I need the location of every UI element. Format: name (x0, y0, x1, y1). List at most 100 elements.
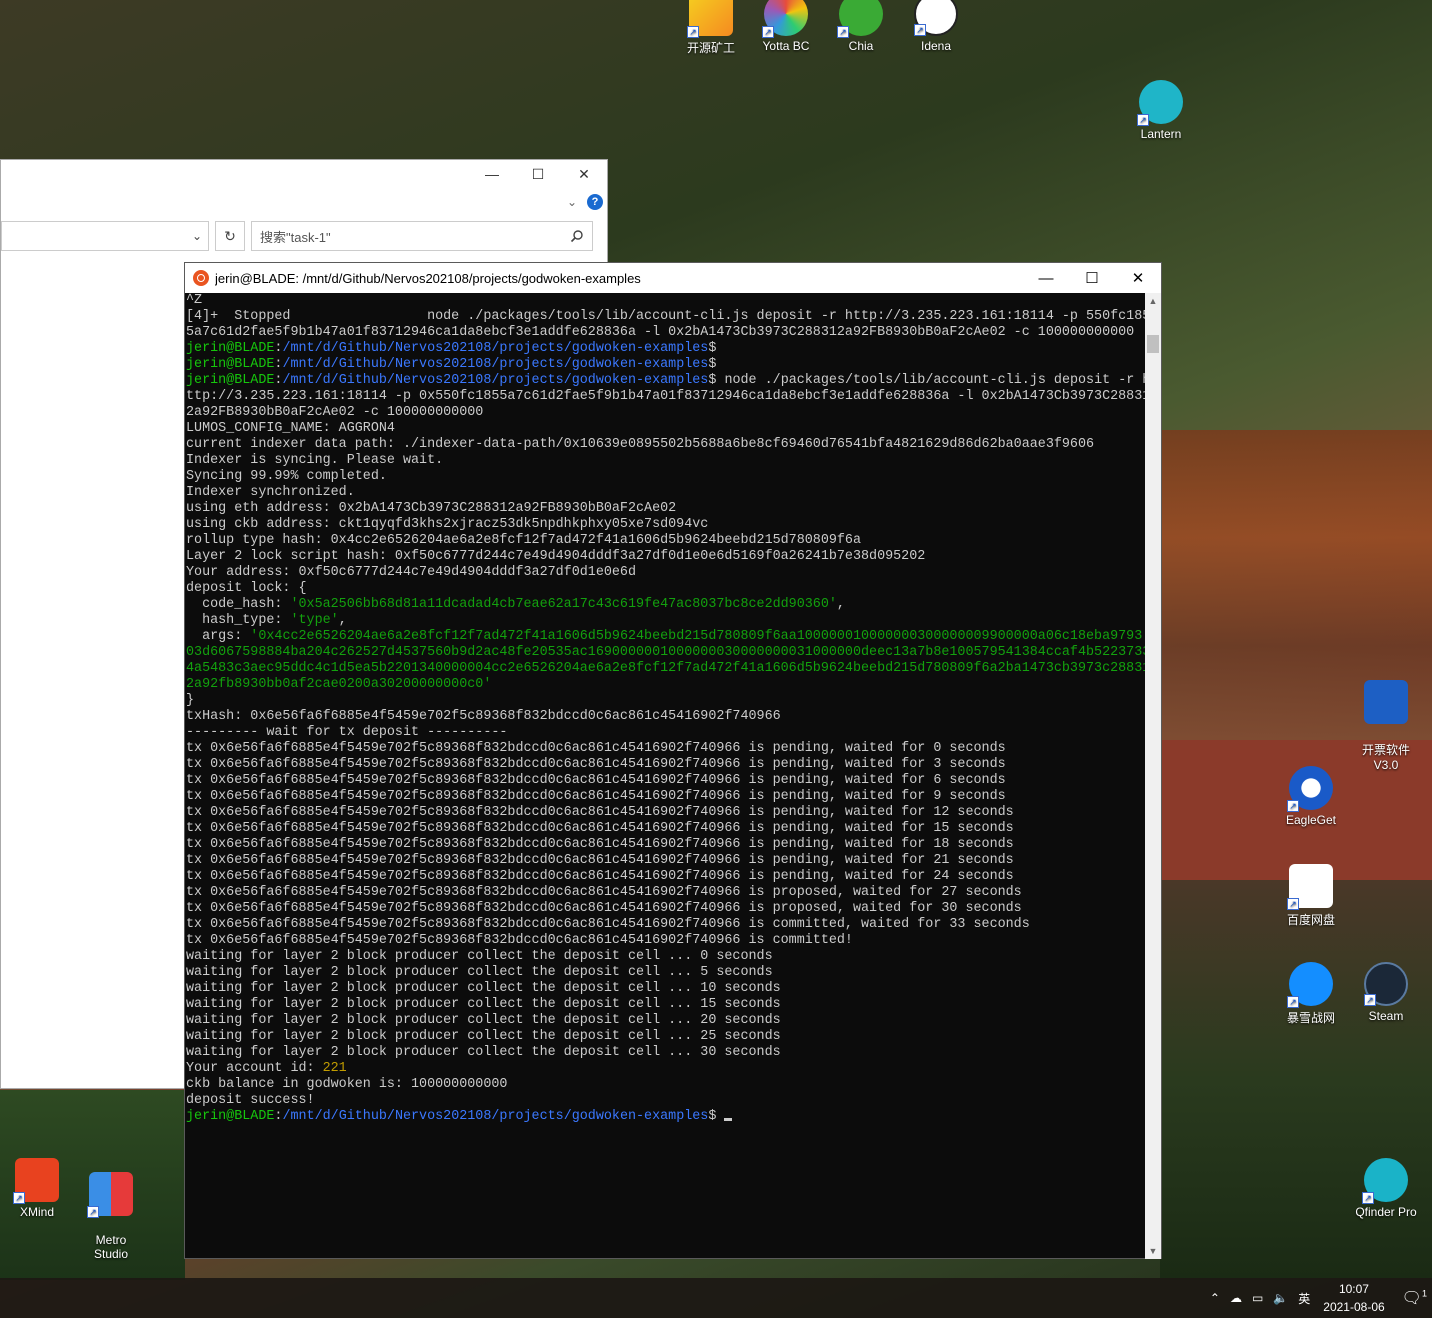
terminal-line-text: waiting for layer 2 block producer colle… (186, 965, 773, 980)
terminal-line-text: waiting for layer 2 block producer colle… (186, 949, 773, 964)
terminal-title: jerin@BLADE: /mnt/d/Github/Nervos202108/… (215, 270, 641, 286)
terminal-line-text: waiting for layer 2 block producer colle… (186, 981, 781, 996)
ime-indicator[interactable]: 英 (1298, 1290, 1310, 1307)
close-button[interactable]: ✕ (1115, 269, 1161, 287)
address-bar[interactable]: ⌄ (1, 221, 209, 251)
minimize-button[interactable]: — (469, 166, 515, 182)
terminal-line: tx 0x6e56fa6f6885e4f5459e702f5c89368f832… (186, 773, 1146, 789)
terminal-line: 4a5483c3aec95ddc4c1d5ea5b2201340000004cc… (186, 661, 1146, 677)
help-icon[interactable]: ? (587, 194, 603, 210)
terminal-line-text: } (186, 693, 195, 708)
terminal-line: tx 0x6e56fa6f6885e4f5459e702f5c89368f832… (186, 741, 1146, 757)
desktop-icon-kaiyuan[interactable]: ↗ 开源矿工 (674, 0, 748, 56)
clock-date: 2021-08-06 (1323, 1300, 1385, 1314)
terminal-line: 2a92FB8930bB0aF2cAe02 -c 100000000000 (186, 405, 1146, 421)
close-button[interactable]: ✕ (561, 166, 607, 183)
terminal-line: tx 0x6e56fa6f6885e4f5459e702f5c89368f832… (186, 837, 1146, 853)
onedrive-icon[interactable]: ☁ (1230, 1291, 1242, 1305)
minimize-button[interactable]: — (1023, 270, 1069, 287)
chevron-down-icon[interactable]: ⌄ (192, 229, 202, 243)
desktop-icon-eagleget[interactable]: ↗ EagleGet (1274, 766, 1348, 827)
ubuntu-icon (193, 270, 209, 286)
desktop-icon-kaipiao[interactable]: 开票软件 V3.0 (1349, 666, 1423, 786)
system-tray: ⌃ ☁ ▭ 🔈 英 10:07 2021-08-06 🗨1 (1205, 1278, 1432, 1318)
terminal-line: tx 0x6e56fa6f6885e4f5459e702f5c89368f832… (186, 789, 1146, 805)
network-icon[interactable]: ▭ (1252, 1291, 1263, 1305)
desktop-icon-label: 百度网盘 (1286, 913, 1335, 927)
terminal-line-text: ^Z (186, 293, 203, 308)
prompt-symbol: $ (708, 357, 717, 372)
terminal-line: Indexer is syncing. Please wait. (186, 453, 1146, 469)
terminal-punct: , (836, 597, 845, 612)
terminal-line-text: tx 0x6e56fa6f6885e4f5459e702f5c89368f832… (186, 773, 1006, 788)
refresh-button[interactable]: ↻ (215, 221, 245, 251)
terminal-line-text: --------- wait for tx deposit ---------- (186, 725, 508, 740)
terminal-line: rollup type hash: 0x4cc2e6526204ae6a2e8f… (186, 533, 1146, 549)
clock[interactable]: 10:07 2021-08-06 (1323, 1280, 1384, 1316)
terminal-titlebar: jerin@BLADE: /mnt/d/Github/Nervos202108/… (185, 263, 1161, 293)
terminal-line-text: ckb balance in godwoken is: 100000000000 (186, 1077, 508, 1092)
terminal-line: hash_type: 'type', (186, 613, 1146, 629)
scroll-up-icon[interactable]: ▲ (1145, 293, 1161, 309)
search-icon (570, 230, 583, 243)
notification-icon[interactable]: 🗨1 (1402, 1288, 1427, 1308)
terminal-line-text: Your address: 0xf50c6777d244c7e49d4904dd… (186, 565, 636, 580)
terminal-line: 5a7c61d2fae5f9b1b47a01f83712946ca1da8ebc… (186, 325, 1146, 341)
terminal-line-text: waiting for layer 2 block producer colle… (186, 1013, 781, 1028)
prompt-path: /mnt/d/Github/Nervos202108/projects/godw… (282, 357, 709, 372)
maximize-button[interactable]: ☐ (515, 166, 561, 183)
terminal-key: code_hash: (186, 597, 291, 612)
search-placeholder: 搜索"task-1" (260, 229, 331, 245)
terminal-line: deposit success! (186, 1093, 1146, 1109)
terminal-line: tx 0x6e56fa6f6885e4f5459e702f5c89368f832… (186, 917, 1146, 933)
desktop-icon-xmind[interactable]: ↗ XMind (0, 1158, 74, 1219)
face-icon: ↗ (914, 0, 958, 36)
prompt-user: jerin@BLADE (186, 1109, 275, 1124)
terminal-line-text: txHash: 0x6e56fa6f6885e4f5459e702f5c8936… (186, 709, 781, 724)
terminal-scrollbar[interactable]: ▲ ▼ (1145, 293, 1161, 1259)
maximize-button[interactable]: ☐ (1069, 269, 1115, 287)
prompt-path: /mnt/d/Github/Nervos202108/projects/godw… (282, 341, 709, 356)
terminal-output[interactable]: ^Z [4]+ Stopped node ./packages/tools/lib… (185, 293, 1146, 1259)
terminal-line-text: tx 0x6e56fa6f6885e4f5459e702f5c89368f832… (186, 837, 1014, 852)
scroll-down-icon[interactable]: ▼ (1145, 1243, 1161, 1259)
prompt-user: jerin@BLADE (186, 341, 275, 356)
scrollbar-thumb[interactable] (1147, 335, 1159, 353)
prompt-path: /mnt/d/Github/Nervos202108/projects/godw… (282, 1109, 709, 1124)
battlenet-icon: ↗ (1287, 962, 1333, 1008)
terminal-window[interactable]: jerin@BLADE: /mnt/d/Github/Nervos202108/… (184, 262, 1162, 1259)
volume-icon[interactable]: 🔈 (1273, 1291, 1288, 1305)
terminal-line-text: waiting for layer 2 block producer colle… (186, 1045, 781, 1060)
terminal-line: current indexer data path: ./indexer-dat… (186, 437, 1146, 453)
terminal-key: hash_type: (186, 613, 291, 628)
terminal-line-text: tx 0x6e56fa6f6885e4f5459e702f5c89368f832… (186, 853, 1014, 868)
desktop-icon-metro[interactable]: ↗ Metro Studio (74, 1158, 148, 1275)
terminal-line: Indexer synchronized. (186, 485, 1146, 501)
terminal-line-text: Indexer synchronized. (186, 485, 355, 500)
desktop-icon-steam[interactable]: ↗ Steam (1349, 962, 1423, 1023)
terminal-line-text: Indexer is syncing. Please wait. (186, 453, 444, 468)
terminal-line-text: tx 0x6e56fa6f6885e4f5459e702f5c89368f832… (186, 757, 1006, 772)
desktop-icon-idena[interactable]: ↗ Idena (899, 0, 973, 53)
chevron-down-icon[interactable]: ⌄ (567, 195, 577, 209)
wallpaper-ground (1160, 880, 1432, 1280)
chevron-up-icon[interactable]: ⌃ (1210, 1291, 1220, 1305)
terminal-string: '0x5a2506bb68d81a11dcadad4cb7eae62a17c43… (290, 597, 837, 612)
terminal-line: waiting for layer 2 block producer colle… (186, 1029, 1146, 1045)
desktop-icon-baidu[interactable]: ↗ 百度网盘 (1274, 864, 1348, 928)
desktop-icon-lantern[interactable]: ↗ Lantern (1124, 80, 1198, 141)
terminal-string: 03d6067598884ba204c262527d4537560b9d2ac4… (186, 645, 1146, 660)
search-input[interactable]: 搜索"task-1" (251, 221, 593, 251)
terminal-line-text: using ckb address: ckt1qyqfd3khs2xjracz5… (186, 517, 709, 532)
xmind-icon: ↗ (13, 1158, 59, 1204)
desktop-icon-qfinder[interactable]: ↗ Qfinder Pro (1349, 1158, 1423, 1219)
clock-time: 10:07 (1338, 1282, 1369, 1296)
desktop-icon-yotta[interactable]: ↗ Yotta BC (749, 0, 823, 53)
terminal-line-text: tx 0x6e56fa6f6885e4f5459e702f5c89368f832… (186, 805, 1014, 820)
terminal-line: } (186, 693, 1146, 709)
prompt-symbol: $ (708, 341, 717, 356)
terminal-line-text: waiting for layer 2 block producer colle… (186, 1029, 781, 1044)
desktop-icon-chia[interactable]: ↗ Chia (824, 0, 898, 53)
desktop-icon-battlenet[interactable]: ↗ 暴雪战网 (1274, 962, 1348, 1026)
terminal-line-text: tx 0x6e56fa6f6885e4f5459e702f5c89368f832… (186, 885, 1022, 900)
